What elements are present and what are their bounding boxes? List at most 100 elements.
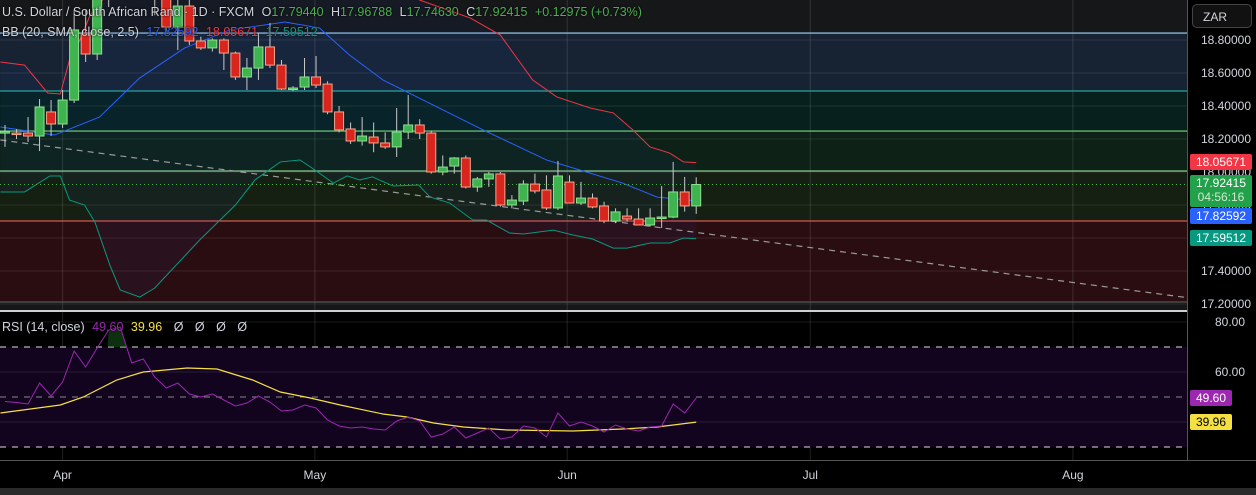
currency-button[interactable]: ZAR [1192, 4, 1252, 28]
rsi-label: RSI (14, close) [2, 320, 85, 334]
candle-body [426, 132, 437, 173]
last-price-tag: 17.92415 04:56:16 [1190, 175, 1252, 207]
candle-body [437, 166, 448, 173]
rsi-empty-1: Ø [173, 320, 184, 334]
time-tick-label: May [303, 468, 327, 482]
candle [495, 172, 506, 207]
candle-body [46, 111, 57, 125]
candle-body [610, 211, 621, 222]
candle-body [449, 157, 460, 167]
candle-body [506, 199, 517, 206]
rsi-tick-label: 60.00 [1214, 365, 1245, 379]
candle-body [288, 87, 298, 91]
rsi-legend[interactable]: RSI (14, close) 49.60 39.96 Ø Ø Ø Ø [2, 320, 251, 334]
rsi-tick-label: 80.00 [1214, 315, 1245, 329]
rsi-pane[interactable]: RSI (14, close) 49.60 39.96 Ø Ø Ø Ø [0, 312, 1187, 460]
candle-body [23, 132, 34, 137]
candle-body [403, 124, 414, 133]
time-axis[interactable]: Apr May Jun Jul Aug [0, 460, 1256, 489]
rsi-empty-2: Ø [194, 320, 205, 334]
high-value: 17.96788 [340, 5, 393, 19]
bar-countdown: 04:56:16 [1197, 190, 1245, 204]
price-tick-label: 17.40000 [1200, 264, 1251, 278]
symbol-title: U.S. Dollar / South African Rand · 1D · … [2, 5, 255, 19]
time-tick-label: Apr [53, 468, 72, 482]
candle-body [679, 191, 690, 207]
candle-body [460, 157, 471, 188]
rsi-value: 49.60 [92, 320, 124, 334]
candle-body [311, 76, 322, 86]
price-tick-label: 18.60000 [1200, 66, 1251, 80]
close-value: 17.92415 [475, 5, 528, 19]
time-tick-label: Jul [802, 468, 818, 482]
time-tick-label: Jun [557, 468, 577, 482]
symbol-legend: U.S. Dollar / South African Rand · 1D · … [2, 5, 646, 19]
open-value: 17.79440 [271, 5, 324, 19]
close-label: C [466, 5, 476, 19]
bb-lower-value: 17.59512 [265, 25, 318, 39]
candle-body [57, 99, 68, 125]
candle-body [218, 39, 229, 54]
candle [69, 9, 80, 104]
bb-lower-tag: 17.59512 [1190, 230, 1252, 246]
candle-body [322, 83, 333, 113]
price-tick-label: 18.20000 [1200, 132, 1251, 146]
change-value: +0.12975 (+0.73%) [534, 5, 642, 19]
high-label: H [331, 5, 341, 19]
candle-body [241, 67, 252, 78]
candle-body [0, 131, 10, 134]
rsi-ma-value: 39.96 [130, 320, 163, 334]
time-tick-label: Aug [1062, 468, 1084, 482]
bb-basis-value: 17.82592 [146, 25, 199, 39]
bb-legend[interactable]: BB (20, SMA, close, 2.5) 17.82592 18.056… [2, 25, 322, 39]
price-axis[interactable]: ZAR 18.80000 18.60000 18.40000 18.20000 18.0… [1187, 0, 1256, 460]
low-label: L [399, 5, 407, 19]
bb-label: BB (20, SMA, close, 2.5) [2, 25, 139, 39]
last-price-value: 17.92415 [1195, 176, 1247, 190]
candle-body [633, 218, 644, 226]
low-value: 17.74630 [406, 5, 459, 19]
candle-body [368, 136, 379, 144]
rsi-tag: 49.60 [1190, 390, 1232, 406]
candle-body [276, 64, 287, 90]
price-tick-label: 17.20000 [1200, 297, 1251, 311]
candle-body [345, 128, 356, 142]
bb-upper-value: 18.05671 [205, 25, 259, 39]
candle [426, 130, 437, 174]
bb-upper-tag: 18.05671 [1190, 154, 1252, 170]
price-chart-pane[interactable]: U.S. Dollar / South African Rand · 1D · … [0, 0, 1187, 311]
candle-body [230, 52, 241, 78]
rsi-empty-3: Ø [216, 320, 226, 334]
rsi-canvas[interactable] [0, 312, 1187, 460]
candle-body [380, 142, 391, 148]
candle-body [253, 46, 264, 69]
candle-body [11, 132, 22, 136]
candle-body [357, 135, 368, 142]
bottom-toolbar-strip [0, 488, 1256, 495]
candle-body [645, 217, 656, 226]
candle [230, 51, 241, 80]
candle-body [622, 215, 633, 220]
candle [460, 155, 471, 189]
candle-body [472, 178, 483, 188]
rsi-empty-4: Ø [237, 320, 248, 334]
candle-body [668, 191, 679, 218]
candle-body [587, 197, 598, 208]
rsi-ma-tag: 39.96 [1190, 414, 1232, 430]
candle-body [576, 197, 586, 204]
candle-body [552, 175, 563, 209]
candle-body [69, 29, 80, 101]
bb-basis-tag: 17.82592 [1190, 208, 1252, 224]
price-tick-label: 18.40000 [1200, 99, 1251, 113]
candle-body [299, 76, 310, 88]
price-chart-canvas[interactable] [0, 0, 1187, 311]
open-label: O [261, 5, 272, 19]
candle-body [599, 205, 610, 222]
candle-body [391, 131, 402, 148]
candle-body [207, 39, 218, 49]
candle-body [564, 181, 575, 204]
candle-body [483, 173, 494, 180]
price-tick-label: 18.80000 [1200, 33, 1251, 47]
candle-body [334, 111, 345, 131]
candle-body [414, 124, 425, 134]
